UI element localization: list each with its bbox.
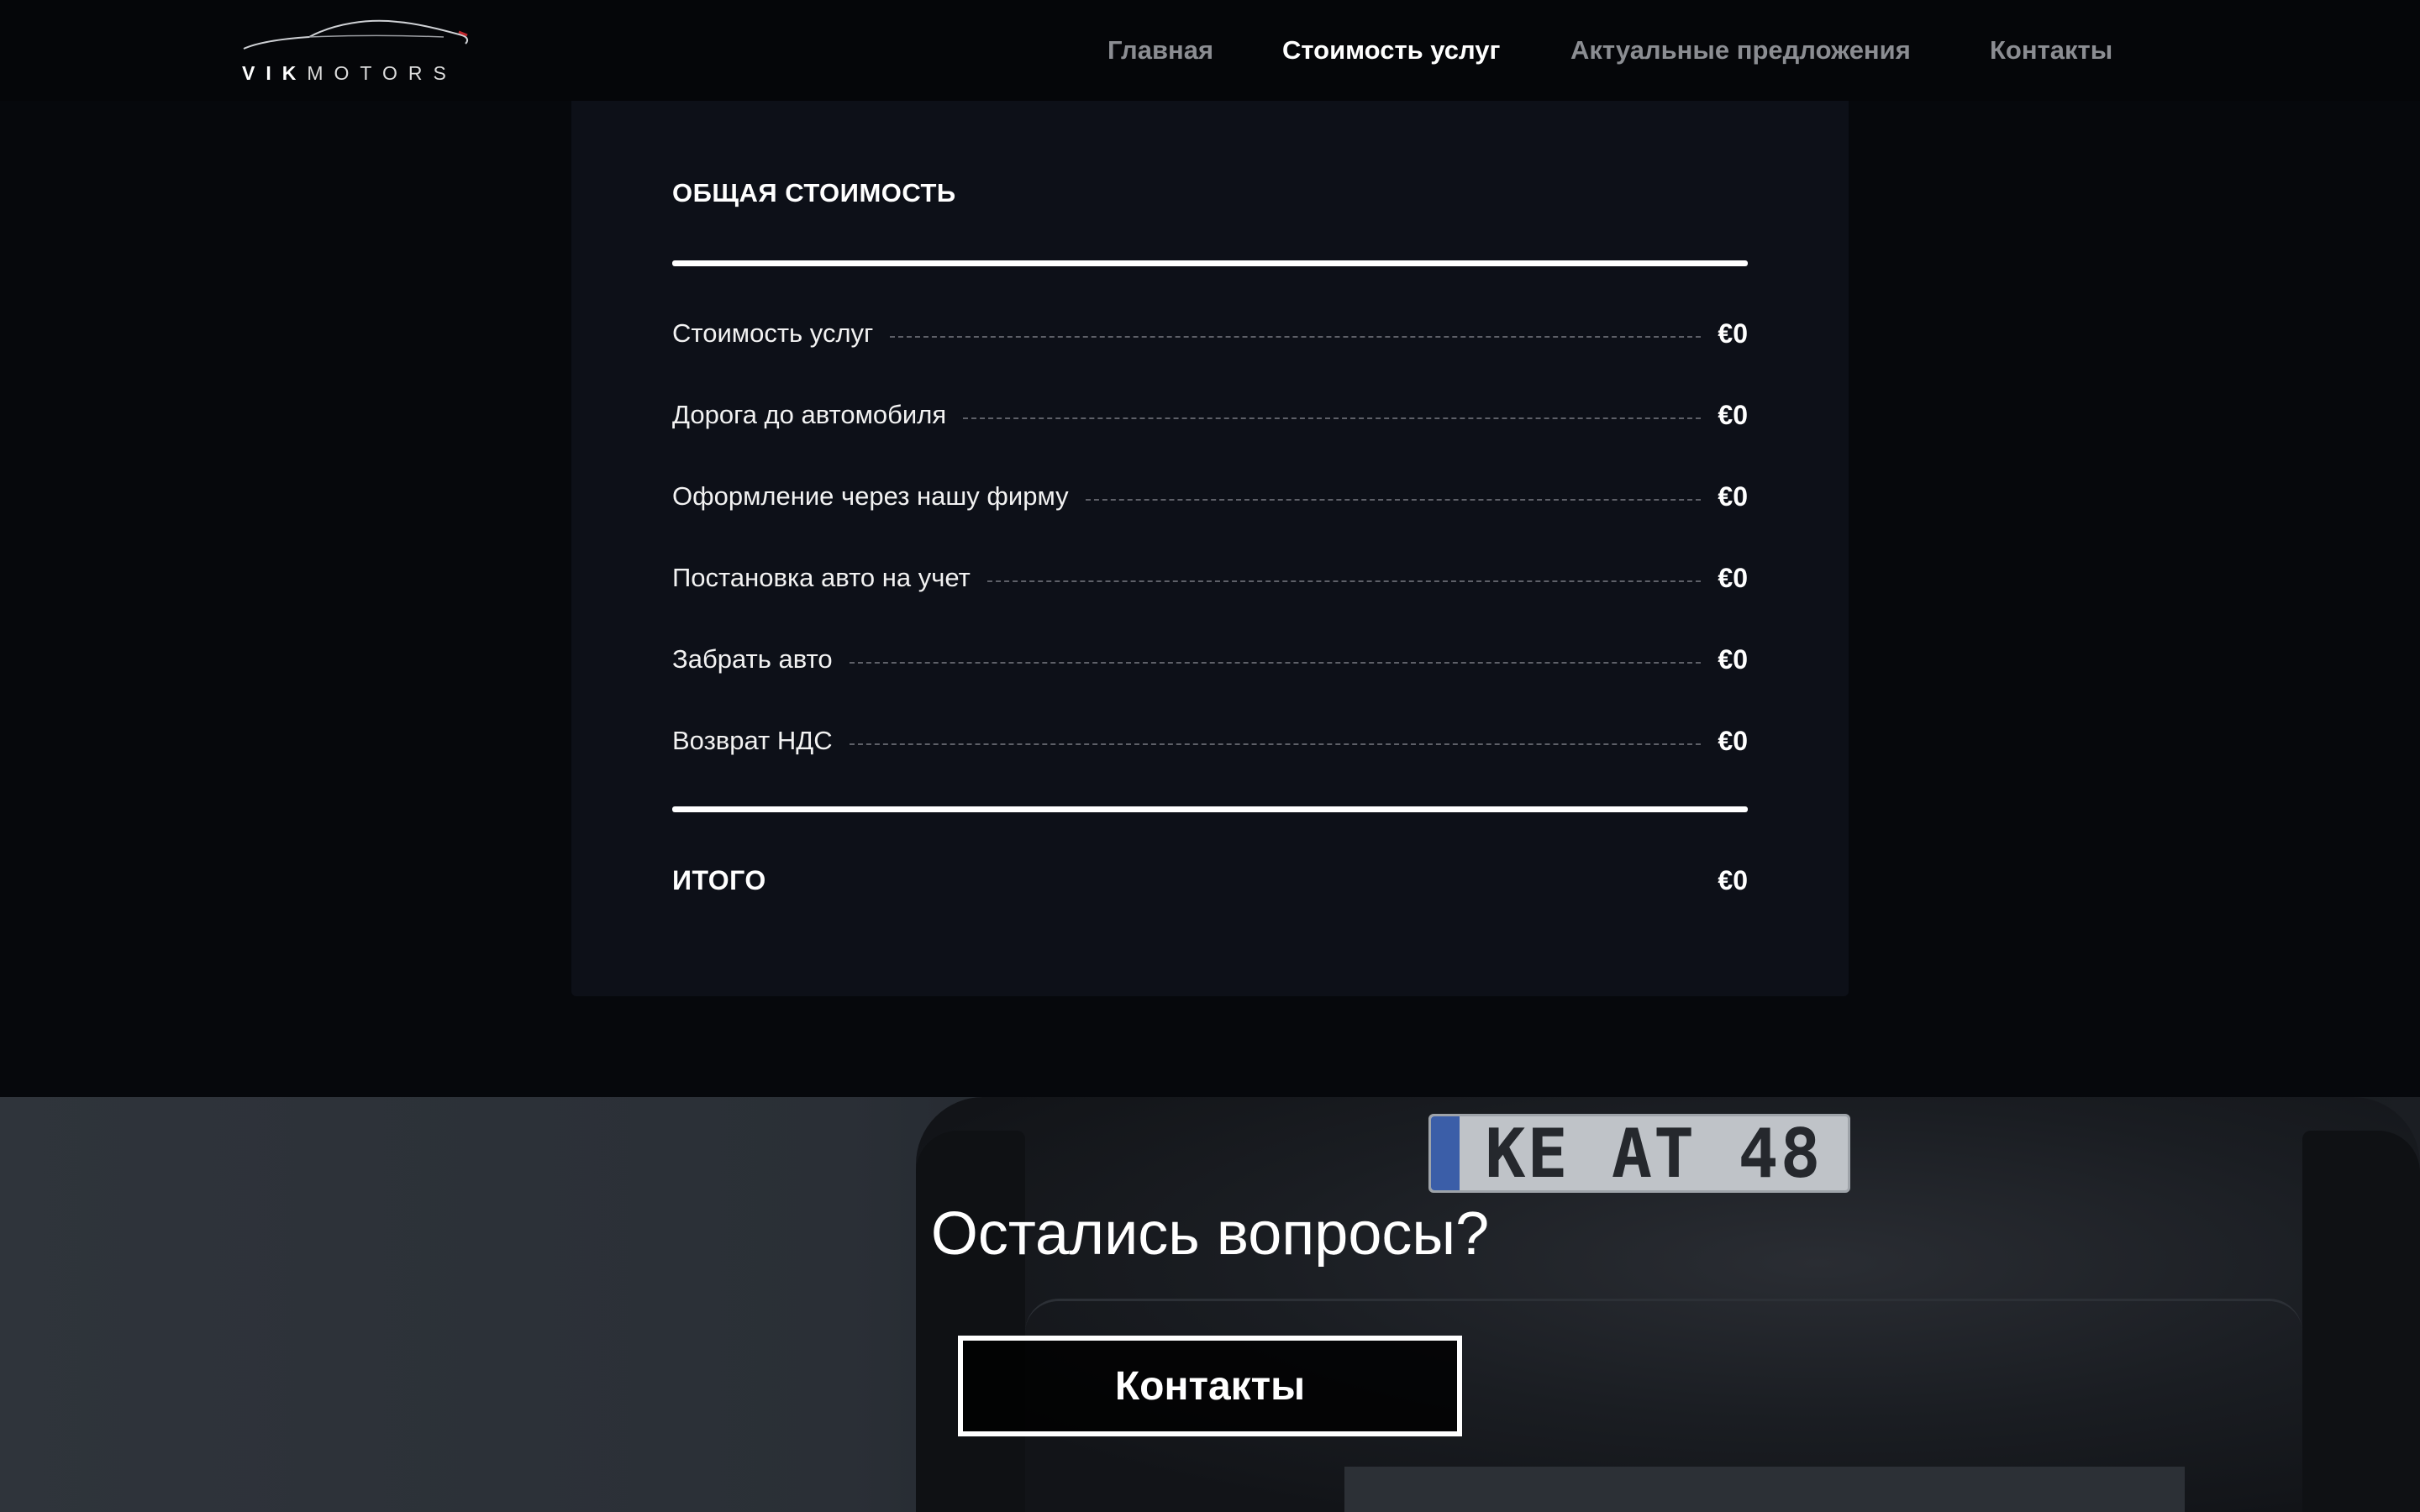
cost-summary-card: ОБЩАЯ СТОИМОСТЬ Стоимость услуг €0 Дорог… (571, 101, 1849, 996)
nav-item-pricing[interactable]: Стоимость услуг (1282, 35, 1500, 66)
license-plate: KE AT 48 (1428, 1114, 1850, 1193)
divider-bottom (672, 806, 1748, 812)
car-silhouette-icon (243, 19, 469, 50)
dotted-leader (849, 743, 1702, 745)
cost-row-label: Стоимость услуг (672, 318, 874, 348)
total-row: ИТОГО €0 (672, 862, 1748, 899)
cost-row-amount: €0 (1718, 643, 1748, 675)
cost-row-amount: €0 (1718, 480, 1748, 512)
license-plate-text: KE AT 48 (1485, 1114, 1823, 1193)
page: VIKMOTORS Главная Стоимость услуг Актуал… (0, 0, 2420, 1512)
car-floor (1344, 1467, 2185, 1512)
cost-row: Дорога до автомобиля €0 (672, 396, 1748, 433)
cost-row-amount: €0 (1718, 562, 1748, 593)
car-wheel-right (2302, 1131, 2420, 1512)
contacts-button[interactable]: Контакты (958, 1336, 1462, 1436)
car-wheel-left (916, 1131, 1025, 1512)
dotted-leader (1085, 499, 1702, 501)
dotted-leader (849, 662, 1702, 664)
cost-row-label: Постановка авто на учет (672, 563, 971, 592)
cost-row: Забрать авто €0 (672, 641, 1748, 678)
cost-row-label: Дорога до автомобиля (672, 400, 947, 429)
cost-row-label: Оформление через нашу фирму (672, 481, 1069, 511)
logo-text: VIKMOTORS (242, 62, 471, 85)
dotted-leader (890, 336, 1702, 338)
logo-text-strong: VIK (242, 62, 308, 84)
cost-row: Постановка авто на учет €0 (672, 559, 1748, 596)
nav-item-offers[interactable]: Актуальные предложения (1570, 35, 1911, 66)
nav-item-home[interactable]: Главная (1107, 35, 1213, 66)
cost-row: Оформление через нашу фирму €0 (672, 478, 1748, 515)
contact-section-background: KE AT 48 (0, 1097, 2420, 1512)
cost-row-amount: €0 (1718, 725, 1748, 756)
contact-question: Остались вопросы? (930, 1200, 1490, 1268)
dotted-leader (963, 417, 1702, 419)
navbar: VIKMOTORS Главная Стоимость услуг Актуал… (0, 0, 2420, 101)
logo-text-light: MOTORS (307, 62, 457, 84)
divider-top (672, 260, 1748, 266)
total-amount: €0 (1718, 864, 1748, 895)
logo[interactable]: VIKMOTORS (242, 17, 471, 86)
total-label: ИТОГО (672, 864, 766, 895)
eu-strip (1431, 1116, 1460, 1190)
cost-row: Возврат НДС €0 (672, 722, 1748, 759)
nav-item-contacts[interactable]: Контакты (1990, 35, 2112, 66)
cost-row-label: Забрать авто (672, 644, 833, 674)
dotted-leader (986, 580, 1702, 582)
cost-row-amount: €0 (1718, 399, 1748, 430)
cost-row-label: Возврат НДС (672, 726, 833, 755)
cost-row: Стоимость услуг €0 (672, 315, 1748, 352)
card-title: ОБЩАЯ СТОИМОСТЬ (672, 178, 956, 207)
cost-row-amount: €0 (1718, 318, 1748, 349)
